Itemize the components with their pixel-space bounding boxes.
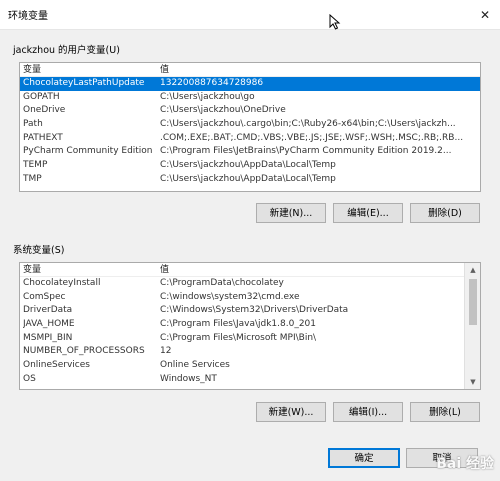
table-row[interactable]: NUMBER_OF_PROCESSORS 12	[20, 345, 480, 359]
variable-name: NUMBER_OF_PROCESSORS	[23, 346, 145, 357]
table-row[interactable]: ChocolateyInstall C:\ProgramData\chocola…	[20, 277, 480, 291]
variable-name: TMP	[23, 173, 42, 184]
title-bar: 环境变量 ✕	[0, 0, 500, 30]
variable-name: JAVA_HOME	[23, 319, 75, 330]
variable-name: OneDrive	[23, 105, 66, 116]
variable-value: C:\Users\jackzhou\AppData\Local\Temp	[160, 160, 336, 171]
table-row[interactable]: OS Windows_NT	[20, 373, 480, 387]
ok-button[interactable]: 确定	[328, 448, 400, 468]
window-title: 环境变量	[8, 11, 48, 22]
table-row[interactable]: ChocolateyLastPathUpdate 132200887634728…	[20, 77, 480, 91]
system-delete-button[interactable]: 删除(L)	[410, 402, 480, 422]
variable-value: .COM;.EXE;.BAT;.CMD;.VBS;.VBE;.JS;.JSE;.…	[160, 132, 463, 143]
variable-value: C:\Users\jackzhou\OneDrive	[160, 105, 286, 116]
system-variables-label: 系统变量(S)	[13, 245, 65, 256]
variable-value: C:\Program Files\Java\jdk1.8.0_201	[160, 319, 317, 330]
variable-name: MSMPI_BIN	[23, 332, 73, 343]
table-row[interactable]: ComSpec C:\windows\system32\cmd.exe	[20, 291, 480, 305]
table-row[interactable]: GOPATH C:\Users\jackzhou\go	[20, 91, 480, 105]
column-header-value[interactable]: 值	[160, 263, 460, 277]
variable-value: C:\Program Files\Microsoft MPI\Bin\	[160, 332, 317, 343]
variable-value: Windows_NT	[160, 373, 217, 384]
table-row[interactable]: Path C:\Users\jackzhou\.cargo\bin;C:\Rub…	[20, 118, 480, 132]
variable-value: Online Services	[160, 360, 230, 371]
user-variables-label: jackzhou 的用户变量(U)	[13, 45, 120, 56]
column-header-variable[interactable]: 变量	[23, 63, 157, 77]
variable-name: OS	[23, 373, 36, 384]
variable-name: ChocolateyLastPathUpdate	[23, 78, 145, 88]
table-row[interactable]: JAVA_HOME C:\Program Files\Java\jdk1.8.0…	[20, 318, 480, 332]
variable-value: C:\Windows\System32\Drivers\DriverData	[160, 305, 349, 316]
mouse-cursor-icon	[329, 14, 341, 30]
table-row[interactable]: PyCharm Community Edition C:\Program Fil…	[20, 145, 480, 159]
system-variables-list[interactable]: 变量 值 ChocolateyInstall C:\ProgramData\ch…	[19, 262, 481, 390]
variable-value: C:\Users\jackzhou\go	[160, 91, 255, 102]
variable-name: PyCharm Community Edition	[23, 146, 153, 157]
variable-name: DriverData	[23, 305, 73, 316]
table-row[interactable]: PATHEXT .COM;.EXE;.BAT;.CMD;.VBS;.VBE;.J…	[20, 132, 480, 146]
scroll-down-icon[interactable]: ▼	[465, 375, 480, 389]
table-row[interactable]: OneDrive C:\Users\jackzhou\OneDrive	[20, 104, 480, 118]
system-list-scrollbar[interactable]: ▲ ▼	[464, 263, 480, 389]
variable-name: ChocolateyInstall	[23, 278, 101, 288]
variable-name: PATHEXT	[23, 132, 63, 143]
table-row[interactable]: DriverData C:\Windows\System32\Drivers\D…	[20, 304, 480, 318]
variable-value: C:\Program Files\JetBrains\PyCharm Commu…	[160, 146, 452, 157]
variable-value: C:\Users\jackzhou\AppData\Local\Temp	[160, 173, 336, 184]
watermark-logo: Bai 经验	[436, 456, 494, 472]
variable-value: C:\windows\system32\cmd.exe	[160, 291, 300, 302]
variable-value: C:\ProgramData\chocolatey	[160, 278, 284, 288]
table-row[interactable]: OnlineServices Online Services	[20, 359, 480, 373]
variable-value: C:\Users\jackzhou\.cargo\bin;C:\Ruby26-x…	[160, 119, 456, 130]
close-icon[interactable]: ✕	[478, 8, 492, 22]
user-new-button[interactable]: 新建(N)...	[256, 203, 326, 223]
variable-name: ComSpec	[23, 291, 66, 302]
column-header-variable[interactable]: 变量	[23, 263, 157, 277]
user-edit-button[interactable]: 编辑(E)...	[333, 203, 403, 223]
system-list-header: 变量 值	[20, 263, 480, 277]
variable-value: 132200887634728986	[160, 78, 264, 88]
variable-value: 12	[160, 346, 172, 357]
table-row[interactable]: TEMP C:\Users\jackzhou\AppData\Local\Tem…	[20, 159, 480, 173]
system-new-button[interactable]: 新建(W)...	[256, 402, 326, 422]
scroll-up-icon[interactable]: ▲	[465, 263, 480, 277]
user-variables-list[interactable]: 变量 值 ChocolateyLastPathUpdate 1322008876…	[19, 62, 481, 192]
system-edit-button[interactable]: 编辑(I)...	[333, 402, 403, 422]
variable-name: OnlineServices	[23, 360, 90, 371]
variable-name: TEMP	[23, 160, 48, 171]
user-list-header: 变量 值	[20, 63, 480, 77]
user-delete-button[interactable]: 删除(D)	[410, 203, 480, 223]
variable-name: Path	[23, 119, 43, 130]
column-header-value[interactable]: 值	[160, 63, 463, 77]
scrollbar-thumb[interactable]	[469, 279, 477, 325]
table-row[interactable]: TMP C:\Users\jackzhou\AppData\Local\Temp	[20, 173, 480, 187]
table-row[interactable]: MSMPI_BIN C:\Program Files\Microsoft MPI…	[20, 332, 480, 346]
variable-name: GOPATH	[23, 91, 60, 102]
